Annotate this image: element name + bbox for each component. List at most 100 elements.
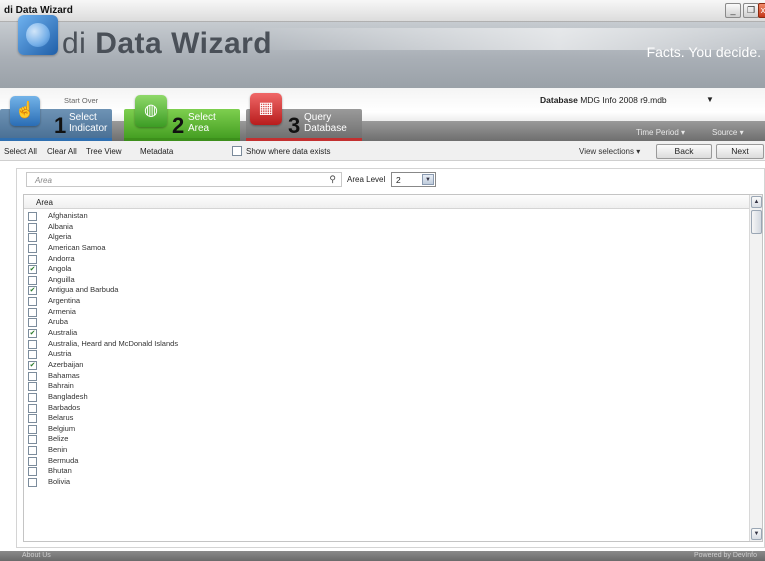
row-checkbox[interactable] xyxy=(28,478,37,488)
list-item[interactable]: Belgium xyxy=(24,424,750,435)
row-checkbox[interactable] xyxy=(28,212,37,221)
row-checkbox[interactable] xyxy=(28,414,37,424)
row-checkbox[interactable] xyxy=(28,435,37,445)
back-button[interactable]: Back xyxy=(656,144,712,159)
scroll-down-icon[interactable]: ▼ xyxy=(751,528,762,540)
row-label: Albania xyxy=(48,221,74,231)
list-item[interactable]: Belize xyxy=(24,434,750,445)
minimize-button[interactable]: _ xyxy=(725,3,741,18)
row-label: Belize xyxy=(48,434,69,444)
step-label-line1: Select xyxy=(69,112,97,123)
row-checkbox[interactable] xyxy=(28,424,37,434)
list-item[interactable]: ✔ Angola xyxy=(24,264,750,275)
row-label: Austria xyxy=(48,349,72,359)
row-checkbox[interactable] xyxy=(28,456,37,466)
row-label: Armenia xyxy=(48,306,76,316)
source-menu[interactable]: Source ▾ xyxy=(712,128,744,137)
maximize-button[interactable]: ❐ xyxy=(743,3,759,18)
list-item[interactable]: American Samoa xyxy=(24,243,750,254)
scroll-up-icon[interactable]: ▲ xyxy=(751,196,762,208)
list-item[interactable]: Andorra xyxy=(24,254,750,265)
row-checkbox[interactable] xyxy=(28,222,37,232)
list-item[interactable]: Albania xyxy=(24,222,750,233)
scroll-thumb[interactable] xyxy=(751,210,762,234)
row-checkbox[interactable]: ✔ xyxy=(28,286,37,296)
area-level-select[interactable]: 2 ▼ xyxy=(391,172,436,187)
list-item[interactable]: Afghanistan xyxy=(24,211,750,222)
list-item[interactable]: Bermuda xyxy=(24,456,750,467)
row-label: Australia xyxy=(48,328,78,338)
list-item[interactable]: Australia, Heard and McDonald Islands xyxy=(24,339,750,350)
row-checkbox[interactable] xyxy=(28,371,37,381)
row-checkbox[interactable]: ✔ xyxy=(28,329,37,339)
list-item[interactable]: Austria xyxy=(24,349,750,360)
list-item[interactable]: Armenia xyxy=(24,307,750,318)
list-item[interactable]: Algeria xyxy=(24,232,750,243)
row-checkbox[interactable] xyxy=(28,254,37,264)
window-titlebar: di Data Wizard _ ❐ x xyxy=(0,0,765,22)
search-input[interactable]: Area ⚲ xyxy=(26,172,342,187)
start-over-link[interactable]: Start Over xyxy=(64,96,98,105)
row-label: Bahrain xyxy=(48,381,74,391)
step-number: 1 xyxy=(54,113,67,138)
chevron-down-icon[interactable]: ▼ xyxy=(422,174,434,185)
vertical-scrollbar[interactable]: ▲ ▼ xyxy=(749,195,762,541)
powered-by-label: Powered by DevInfo xyxy=(693,552,757,559)
clear-all-link[interactable]: Clear All xyxy=(47,147,77,156)
time-period-menu[interactable]: Time Period ▾ xyxy=(636,128,685,137)
row-checkbox[interactable] xyxy=(28,243,37,253)
row-checkbox[interactable] xyxy=(28,339,37,349)
next-button[interactable]: Next xyxy=(716,144,764,159)
indicator-icon[interactable]: ☝ xyxy=(10,96,40,126)
list-item[interactable]: ✔ Azerbaijan xyxy=(24,360,750,371)
step-label-line2: Indicator xyxy=(69,123,108,134)
show-where-checkbox[interactable] xyxy=(232,146,242,156)
row-label: Bolivia xyxy=(48,477,71,487)
row-label: Anguilla xyxy=(48,274,75,284)
row-checkbox[interactable] xyxy=(28,318,37,328)
database-grid-icon[interactable]: ▦ xyxy=(250,93,282,125)
row-checkbox[interactable] xyxy=(28,467,37,477)
toolbar: Select All Clear All Tree View Metadata … xyxy=(0,141,765,161)
tree-view-link[interactable]: Tree View xyxy=(86,147,122,156)
row-checkbox[interactable]: ✔ xyxy=(28,265,37,275)
list-item[interactable]: Bahamas xyxy=(24,371,750,382)
list-item[interactable]: Aruba xyxy=(24,317,750,328)
list-item[interactable]: Belarus xyxy=(24,413,750,424)
list-rows: Afghanistan Albania Algeria American Samoa A… xyxy=(24,211,750,488)
row-checkbox[interactable] xyxy=(28,275,37,285)
list-item[interactable]: Argentina xyxy=(24,296,750,307)
row-checkbox[interactable] xyxy=(28,297,37,307)
row-label: Antigua and Barbuda xyxy=(48,285,119,295)
list-item[interactable]: ✔ Australia xyxy=(24,328,750,339)
list-item[interactable]: Anguilla xyxy=(24,275,750,286)
globe-icon[interactable]: ◍ xyxy=(135,95,167,127)
row-checkbox[interactable] xyxy=(28,233,37,243)
row-label: Argentina xyxy=(48,296,81,306)
list-item[interactable]: Barbados xyxy=(24,403,750,414)
list-item[interactable]: Bhutan xyxy=(24,466,750,477)
select-all-link[interactable]: Select All xyxy=(4,147,37,156)
row-checkbox[interactable] xyxy=(28,446,37,456)
row-checkbox[interactable] xyxy=(28,403,37,413)
list-item[interactable]: Bolivia xyxy=(24,477,750,488)
row-checkbox[interactable] xyxy=(28,392,37,402)
chevron-down-icon[interactable]: ▼ xyxy=(706,95,714,104)
row-label: Algeria xyxy=(48,232,72,242)
list-item[interactable]: Benin xyxy=(24,445,750,456)
database-selector[interactable]: Database MDG Info 2008 r9.mdb xyxy=(540,95,667,105)
about-us-link[interactable]: About Us xyxy=(22,552,51,559)
close-button[interactable]: x xyxy=(758,3,765,18)
list-item[interactable]: Bangladesh xyxy=(24,392,750,403)
view-selections-menu[interactable]: View selections ▾ xyxy=(579,147,640,156)
list-item[interactable]: ✔ Antigua and Barbuda xyxy=(24,285,750,296)
row-checkbox[interactable]: ✔ xyxy=(28,360,37,370)
step-number: 2 xyxy=(172,113,185,138)
metadata-link[interactable]: Metadata xyxy=(140,147,173,156)
row-checkbox[interactable] xyxy=(28,382,37,392)
search-icon[interactable]: ⚲ xyxy=(329,174,336,185)
row-checkbox[interactable] xyxy=(28,350,37,360)
list-item[interactable]: Bahrain xyxy=(24,381,750,392)
app-logo-icon xyxy=(18,15,58,55)
row-checkbox[interactable] xyxy=(28,307,37,317)
